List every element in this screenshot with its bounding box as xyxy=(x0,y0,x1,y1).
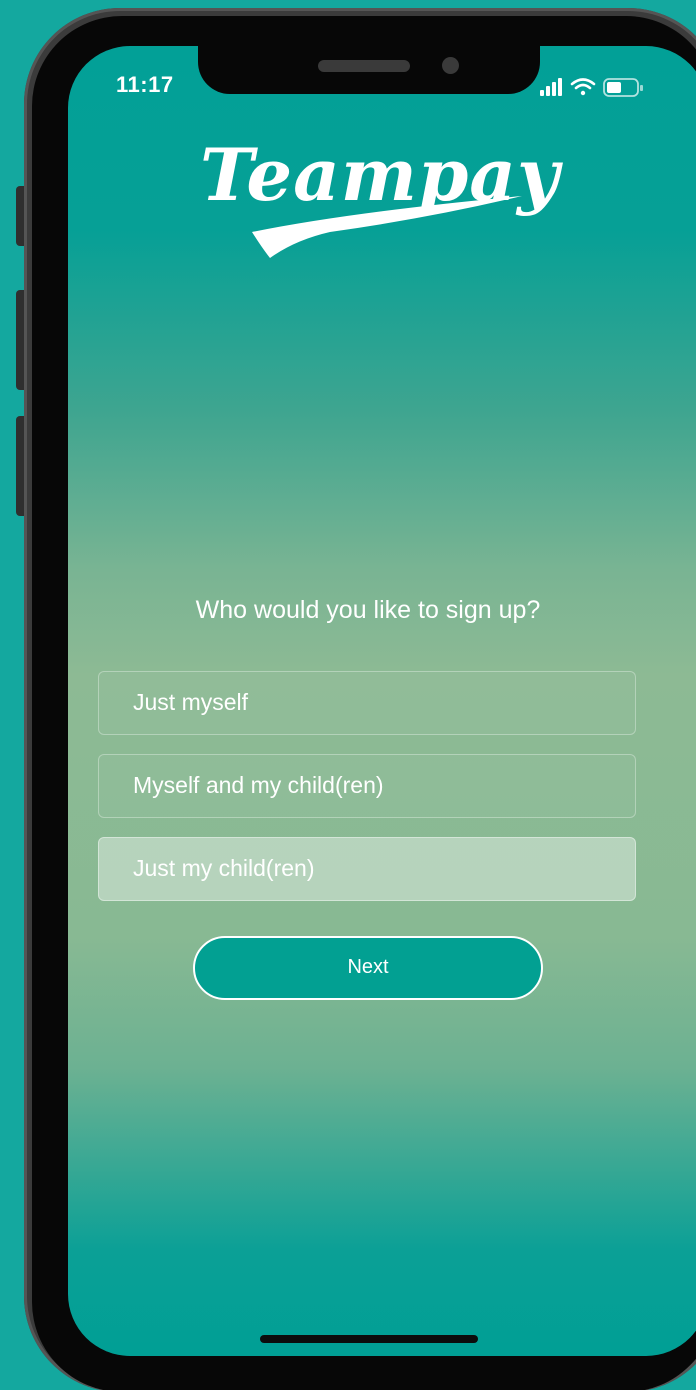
option-just-my-children[interactable]: Just my child(ren) xyxy=(98,837,636,901)
logo-swoosh-icon xyxy=(252,196,522,258)
status-icons xyxy=(540,78,643,97)
option-myself-and-children[interactable]: Myself and my child(ren) xyxy=(98,754,636,818)
phone-notch xyxy=(198,46,540,94)
front-camera xyxy=(442,57,459,74)
signup-question: Who would you like to sign up? xyxy=(195,596,541,624)
status-time: 11:17 xyxy=(116,72,174,97)
option-just-myself[interactable]: Just myself xyxy=(98,671,636,735)
wifi-icon xyxy=(570,78,596,96)
battery-icon xyxy=(603,78,643,97)
next-button[interactable]: Next xyxy=(193,936,543,1000)
home-indicator[interactable] xyxy=(260,1335,478,1343)
cellular-signal-icon xyxy=(540,78,562,96)
speaker-grille xyxy=(318,60,410,72)
page: 11:17 Teampay Who would you like to sign… xyxy=(0,0,696,1390)
